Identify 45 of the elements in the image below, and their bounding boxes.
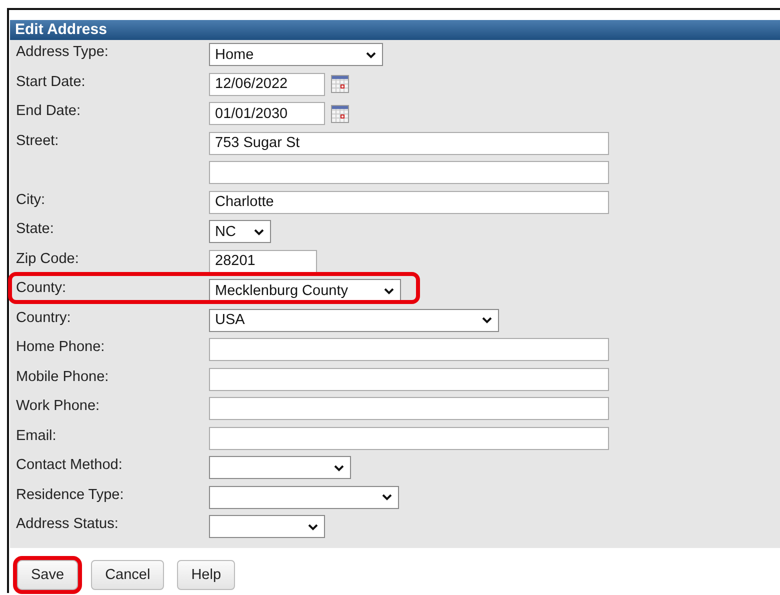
- calendar-icon[interactable]: [331, 75, 349, 94]
- chevron-down-icon: [307, 522, 319, 531]
- text-field[interactable]: [209, 397, 609, 420]
- calendar-icon[interactable]: [331, 104, 349, 123]
- dropdown[interactable]: [209, 486, 399, 509]
- field-label: County:: [16, 280, 66, 296]
- panel-title: Edit Address: [10, 20, 780, 40]
- dropdown[interactable]: USA: [209, 308, 499, 332]
- text-field[interactable]: [209, 161, 609, 184]
- date-field[interactable]: 01/01/2030: [209, 102, 325, 126]
- field-label: City:: [16, 192, 45, 208]
- field-label: End Date:: [16, 103, 80, 119]
- field-label: Email:: [16, 428, 56, 444]
- field-label: Start Date:: [16, 74, 86, 90]
- text-field[interactable]: [209, 338, 609, 362]
- field-label: Home Phone:: [16, 339, 105, 355]
- text-field[interactable]: Charlotte: [209, 190, 609, 214]
- dropdown[interactable]: [209, 456, 351, 480]
- text-field[interactable]: [209, 368, 609, 391]
- field-label: Residence Type:: [16, 486, 124, 502]
- text-field[interactable]: 28201: [209, 250, 317, 273]
- chevron-down-icon: [381, 493, 393, 502]
- chevron-down-icon: [383, 286, 395, 295]
- form-button[interactable]: Cancel: [91, 560, 164, 590]
- dropdown[interactable]: [209, 515, 325, 538]
- field-label: Contact Method:: [16, 457, 122, 473]
- dropdown[interactable]: Home: [209, 43, 383, 66]
- field-label: Street:: [16, 132, 59, 148]
- dropdown[interactable]: NC: [209, 220, 271, 244]
- field-label: State:: [16, 221, 54, 237]
- dropdown[interactable]: Mecklenburg County: [209, 279, 401, 302]
- text-field[interactable]: [209, 426, 609, 450]
- field-label: Country:: [16, 310, 71, 326]
- chevron-down-icon: [365, 50, 377, 59]
- field-label: Zip Code:: [16, 250, 79, 266]
- chevron-down-icon: [253, 228, 265, 236]
- form-button[interactable]: Help: [177, 560, 236, 590]
- chevron-down-icon: [481, 316, 493, 324]
- chevron-down-icon: [333, 464, 345, 472]
- field-label: Address Type:: [16, 44, 108, 60]
- date-field[interactable]: 12/06/2022: [209, 72, 325, 96]
- field-label: Work Phone:: [16, 398, 100, 414]
- field-label: Address Status:: [16, 516, 118, 532]
- field-label: Mobile Phone:: [16, 368, 109, 384]
- text-field[interactable]: 753 Sugar St: [209, 132, 609, 155]
